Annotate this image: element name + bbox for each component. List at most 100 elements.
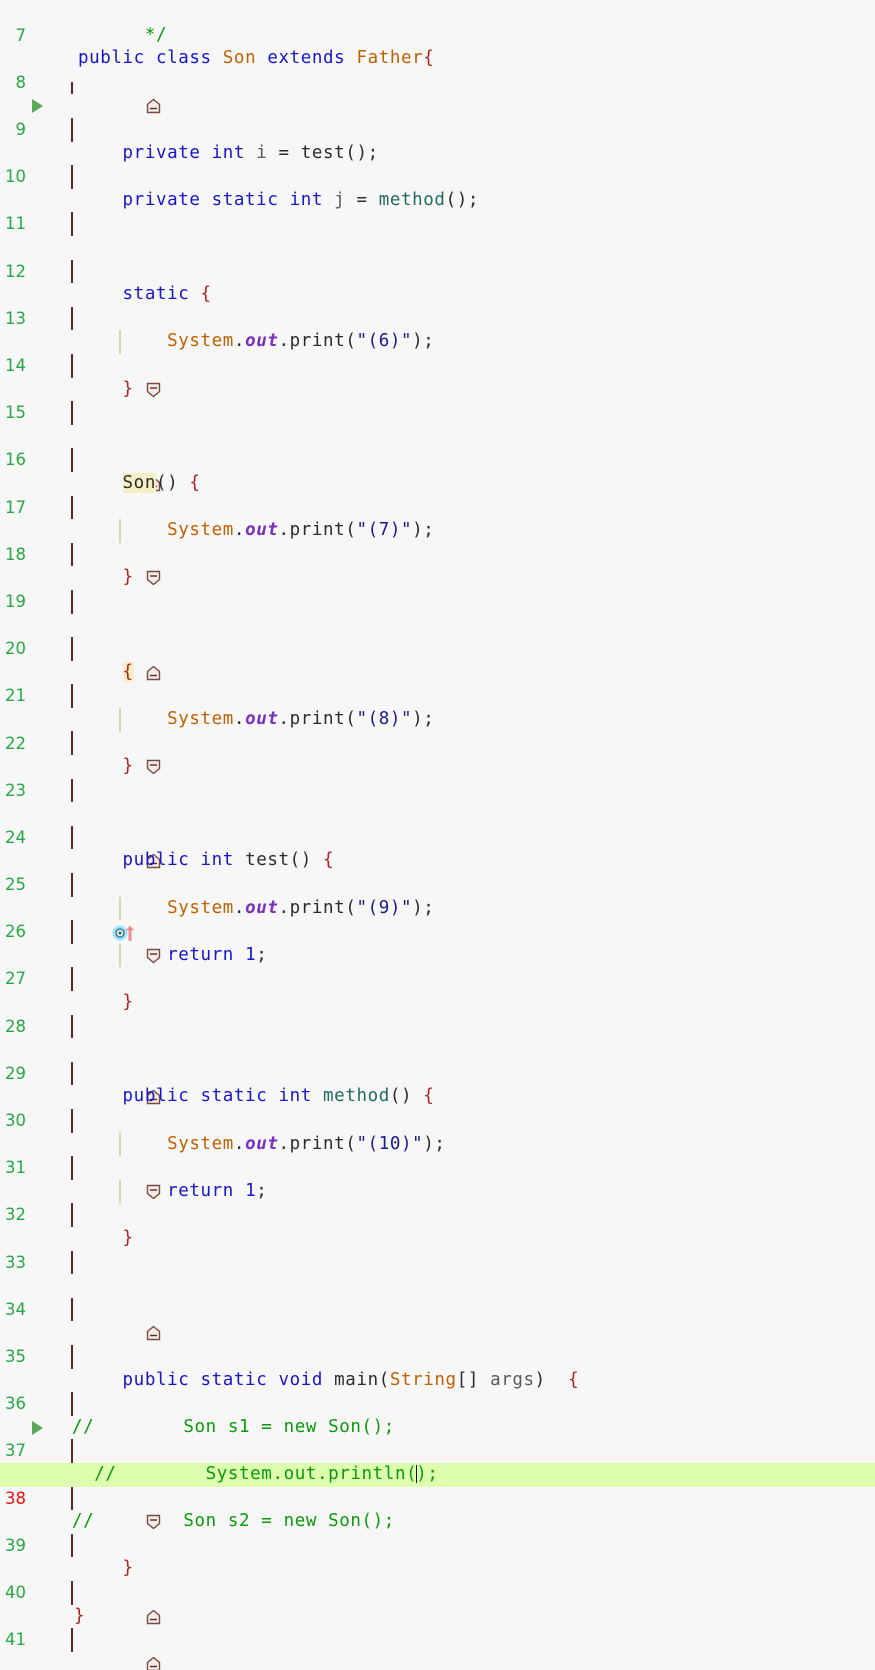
fold-end-icon[interactable] [63,452,161,492]
fold-column[interactable] [62,920,161,964]
fold-column[interactable] [62,684,82,708]
fold-column[interactable] [62,306,82,331]
code-text[interactable]: private static int j = method(); [78,189,479,213]
editor-line[interactable]: 7 */ [0,0,875,114]
code-text[interactable]: { [78,661,134,685]
editor-line[interactable]: 30 public static int method() { [0,1085,875,1200]
fold-collapse-icon[interactable] [63,1443,161,1483]
editor-line[interactable]: 13 static { [0,283,875,397]
editor-line[interactable]: 15 } [0,378,875,492]
fold-column[interactable] [62,873,82,897]
code-text[interactable]: static { [78,283,212,307]
fold-end-icon[interactable] [63,1066,161,1105]
fold-column[interactable] [62,1156,161,1200]
fold-column[interactable] [62,731,161,775]
fold-collapse-icon[interactable] [63,1160,161,1200]
editor-line[interactable]: 14 System.out.print("(6)"); [0,330,875,425]
fold-column[interactable] [62,165,82,189]
code-text[interactable]: System.out.print("(9)"); [78,897,434,921]
code-text[interactable]: return 1; [78,1180,267,1204]
editor-line-current[interactable]: 38 // System.out.println(); [0,1463,875,1558]
code-text[interactable]: public static int method() { [78,1085,434,1109]
editor-line[interactable]: 22 System.out.print("(8)"); [0,707,875,803]
fold-end-icon[interactable] [63,830,161,869]
editor-line[interactable]: 23 } [0,755,875,869]
code-text[interactable]: // Son s1 = new Son(); [72,1416,395,1440]
code-text[interactable]: System.out.print("(10)"); [78,1133,446,1157]
editor-line[interactable]: 35 [0,1321,875,1416]
editor-line[interactable]: 32 return 1; [0,1179,875,1275]
editor-line[interactable]: 21 { [0,661,875,775]
editor-line[interactable]: 12 [0,236,875,331]
editor-line[interactable]: 29 [0,1038,875,1133]
editor-line[interactable]: 37 // Son s1 = new Son(); [0,1416,875,1530]
fold-column[interactable] [62,401,82,425]
code-text[interactable]: public static void main(String[] args) { [78,1369,579,1393]
code-text[interactable]: } [74,1605,85,1629]
editor-line[interactable]: 16 [0,425,875,520]
fold-column[interactable] [62,542,161,586]
code-text[interactable]: } [78,378,134,402]
fold-column[interactable] [62,212,82,236]
fold-end-icon[interactable] [63,1585,161,1624]
fold-end-icon[interactable] [63,1302,161,1341]
editor-line[interactable]: 17 Son() { [0,472,875,586]
fold-column[interactable] [62,1533,82,1558]
code-text[interactable]: // System.out.println(); [72,1463,439,1487]
code-text[interactable]: } [78,566,134,590]
code-text[interactable]: */ [78,0,167,45]
fold-column[interactable] [62,495,82,520]
fold-column[interactable] [62,1061,161,1105]
code-text[interactable]: return 1; [78,944,267,968]
fold-column[interactable] [62,353,161,397]
fold-column[interactable] [62,1203,82,1228]
editor-line[interactable]: 40 } [0,1557,875,1670]
editor-line[interactable]: 24 [0,802,875,897]
editor-line[interactable]: 9 [0,94,875,189]
editor-line[interactable]: 27 return 1; [0,943,875,1039]
editor-line[interactable]: 19 } [0,566,875,680]
fold-column[interactable] [62,448,161,492]
editor-line[interactable]: 41 } [0,1605,875,1650]
editor-line[interactable]: 18 System.out.print("(7)"); [0,519,875,614]
code-text[interactable]: System.out.print("(6)"); [78,330,434,354]
fold-end-icon[interactable] [63,1632,161,1670]
fold-column[interactable] [62,637,161,680]
code-text[interactable]: private int i = test(); [78,142,379,166]
fold-column[interactable] [62,589,82,614]
fold-end-icon[interactable] [63,75,161,114]
fold-column[interactable] [62,1014,82,1039]
fold-column[interactable] [62,1392,82,1416]
fold-end-icon[interactable] [63,641,161,680]
fold-column[interactable] [62,1439,161,1483]
editor-line[interactable]: 31 System.out.print("(10)"); [0,1132,875,1228]
gutter-icons[interactable] [30,1652,56,1670]
code-text[interactable]: public class Son extends Father{ [78,47,434,71]
fold-column[interactable] [62,825,161,869]
editor-line[interactable]: 28 } [0,991,875,1105]
editor-line[interactable]: 26 System.out.print("(9)"); [0,896,875,992]
fold-column[interactable] [62,1250,82,1275]
code-text[interactable]: } [78,1227,134,1251]
fold-column[interactable] [62,967,82,992]
editor-line[interactable]: 36 public static void main(String[] args… [0,1369,875,1483]
code-text[interactable]: public int test() { [78,849,334,873]
editor-line[interactable]: 34 [0,1274,875,1369]
fold-collapse-icon[interactable] [63,547,161,586]
editor-line[interactable]: 33 } [0,1227,875,1341]
code-text[interactable]: System.out.print("(7)"); [78,519,434,543]
fold-column[interactable] [62,778,82,803]
editor-line[interactable]: 8 public class Son extends Father{ [0,47,875,142]
code-text[interactable]: } [78,991,134,1015]
editor-line[interactable]: 20 [0,614,875,708]
fold-collapse-icon[interactable] [63,924,161,964]
code-editor[interactable]: 7 */ 8 public class Son extends Father{ … [0,0,875,1670]
fold-column[interactable] [62,1580,161,1624]
editor-line[interactable]: 11 private static int j = method(); [0,189,875,284]
fold-column[interactable] [62,1297,161,1341]
editor-line[interactable]: 25 public int test() { [0,849,875,964]
fold-collapse-icon[interactable] [63,735,161,775]
fold-column[interactable] [62,117,82,142]
fold-column[interactable] [62,71,161,114]
code-text[interactable]: System.out.print("(8)"); [78,708,434,732]
